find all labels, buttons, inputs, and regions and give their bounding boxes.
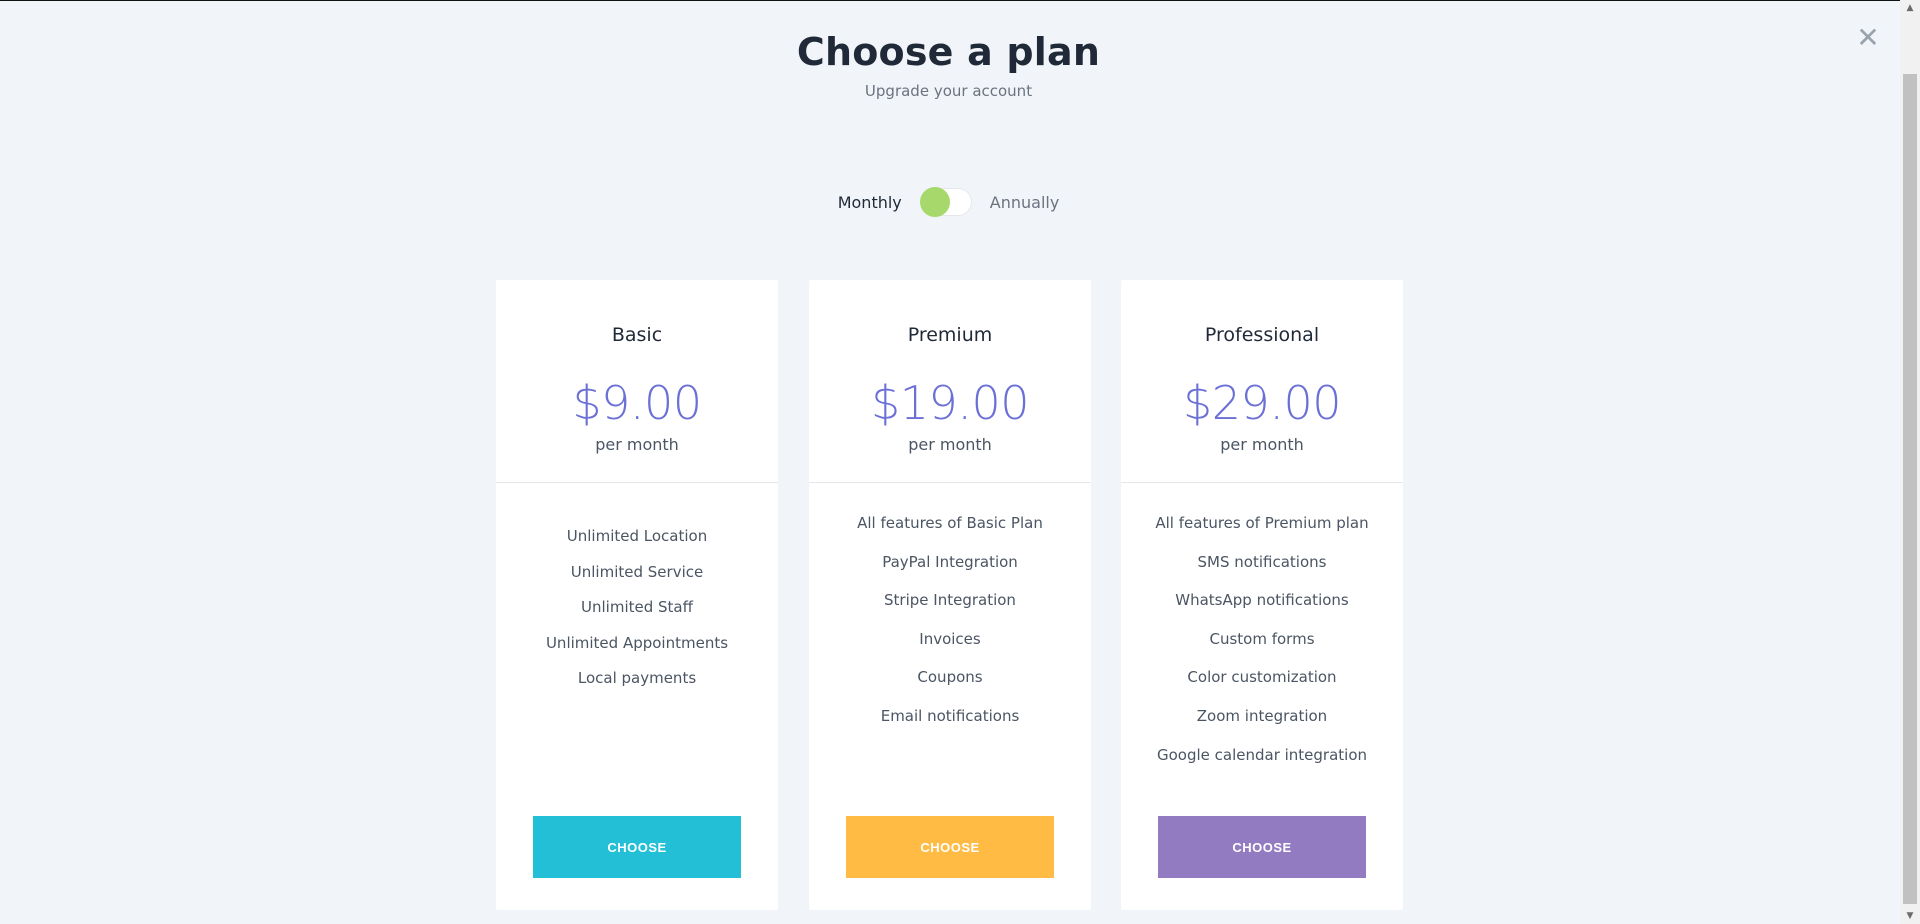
feature-list: Unlimited Location Unlimited Service Unl…: [496, 526, 778, 704]
scroll-down-arrow-icon[interactable]: ▼: [1900, 908, 1920, 924]
feature-item: Coupons: [917, 668, 983, 687]
plan-period: per month: [1220, 435, 1304, 454]
choose-basic-button[interactable]: CHOOSE: [533, 816, 741, 878]
scroll-up-arrow-icon[interactable]: ▲: [1900, 0, 1920, 16]
choose-premium-button[interactable]: CHOOSE: [846, 816, 1054, 878]
feature-item: Google calendar integration: [1156, 745, 1368, 764]
feature-item: Unlimited Location: [566, 527, 708, 545]
plan-name: Professional: [1204, 324, 1320, 346]
feature-item: Unlimited Service: [570, 562, 704, 581]
plan-card-premium: Premium $19.00 per month All features of…: [809, 280, 1091, 910]
feature-item: Invoices: [919, 629, 981, 648]
feature-item: Unlimited Appointments: [545, 633, 729, 652]
plan-card-basic: Basic $9.00 per month Unlimited Location…: [496, 280, 778, 910]
toggle-knob: [919, 187, 950, 217]
feature-item: Custom forms: [1209, 629, 1315, 648]
top-border: [0, 0, 1920, 1]
billing-toggle[interactable]: [919, 187, 972, 217]
plan-price: $9.00: [572, 376, 702, 430]
billing-period-switch: Monthly Annually: [0, 187, 1897, 217]
feature-item: Local payments: [577, 669, 697, 687]
page-title: Choose a plan: [796, 30, 1101, 74]
feature-item: SMS notifications: [1197, 552, 1327, 571]
feature-item: Stripe Integration: [884, 591, 1016, 610]
feature-item: PayPal Integration: [882, 552, 1018, 571]
feature-item: All features of Premium plan: [1155, 514, 1369, 532]
page-header: Choose a plan Upgrade your account: [0, 28, 1897, 100]
divider: [809, 482, 1091, 483]
plan-period: per month: [595, 435, 679, 454]
feature-list: All features of Premium plan SMS notific…: [1121, 513, 1403, 783]
feature-item: Color customization: [1187, 668, 1337, 687]
plan-period: per month: [908, 435, 992, 454]
scroll-thumb[interactable]: [1903, 74, 1917, 904]
feature-item: WhatsApp notifications: [1175, 591, 1349, 610]
plan-card-professional: Professional $29.00 per month All featur…: [1121, 280, 1403, 910]
plan-price: $29.00: [1183, 376, 1341, 430]
plan-name: Premium: [907, 324, 993, 346]
scrollbar[interactable]: ▲ ▼: [1900, 0, 1920, 924]
annually-label[interactable]: Annually: [990, 193, 1060, 212]
feature-item: Email notifications: [880, 706, 1020, 725]
feature-item: All features of Basic Plan: [857, 514, 1043, 532]
feature-item: Zoom integration: [1196, 706, 1328, 725]
divider: [496, 482, 778, 483]
feature-item: Unlimited Staff: [581, 598, 693, 616]
feature-list: All features of Basic Plan PayPal Integr…: [809, 513, 1091, 745]
choose-professional-button[interactable]: CHOOSE: [1158, 816, 1366, 878]
divider: [1121, 482, 1403, 483]
plan-price: $19.00: [871, 376, 1029, 430]
plan-name: Basic: [611, 324, 663, 346]
monthly-label[interactable]: Monthly: [838, 193, 902, 212]
page-subtitle: Upgrade your account: [864, 82, 1033, 100]
